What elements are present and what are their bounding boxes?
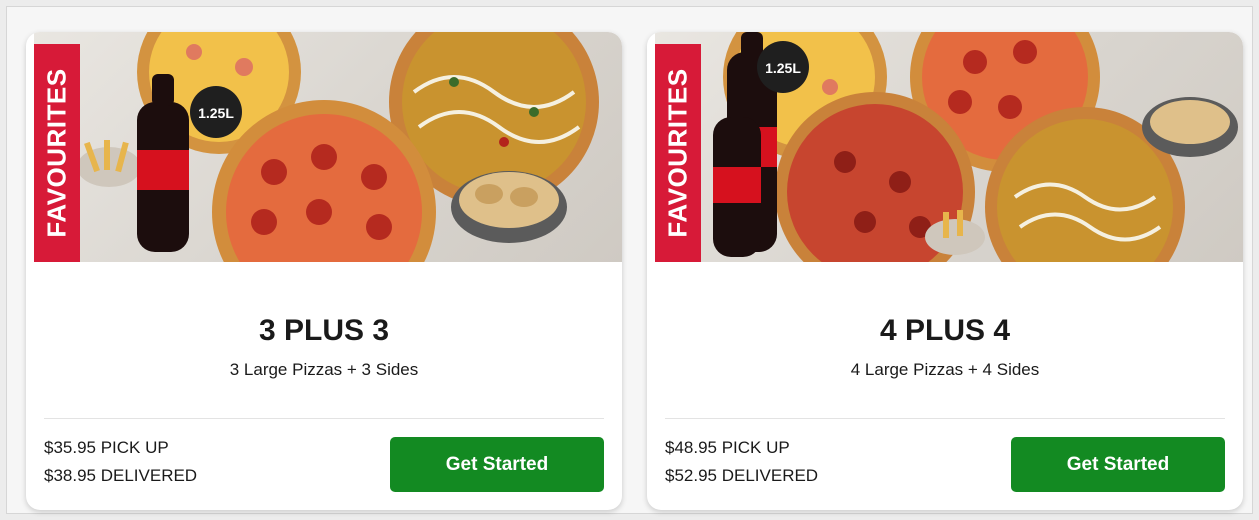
deal-title: 4 PLUS 4 <box>879 314 1011 347</box>
pickup-price: $48.95 PICK UP <box>665 438 790 457</box>
favourites-banner: FAVOURITES <box>34 44 80 262</box>
deal-subtitle: 3 Large Pizzas + 3 Sides <box>229 360 419 379</box>
divider <box>665 418 1225 419</box>
deal-subtitle: 4 Large Pizzas + 4 Sides <box>850 360 1040 379</box>
bottle-size-badge: 1.25L <box>765 60 801 76</box>
divider <box>44 418 604 419</box>
deal-hero-image: 1.25L FAVOURITES <box>655 32 1243 262</box>
favourites-banner: FAVOURITES <box>655 44 701 262</box>
deal-card-3-plus-3[interactable]: 1.25L FAVOURITES 3 PLUS 3 3 Large Pizzas… <box>26 32 622 510</box>
pizza-spread-illustration: 1.25L <box>713 32 1238 262</box>
delivered-price: $38.95 DELIVERED <box>44 466 198 485</box>
deal-card-4-plus-4[interactable]: 1.25L FAVOURITES 4 PLUS 4 4 Large Pizzas… <box>647 32 1243 510</box>
get-started-button[interactable]: Get Started <box>1011 437 1225 492</box>
bottle-size-badge: 1.25L <box>198 105 234 121</box>
deal-hero-image: 1.25L FAVOURITES <box>34 32 622 262</box>
delivered-price: $52.95 DELIVERED <box>665 466 819 485</box>
deals-panel: 1.25L FAVOURITES 3 PLUS 3 3 Large Pizzas… <box>6 6 1253 514</box>
favourites-label: FAVOURITES <box>662 68 693 238</box>
deal-title: 3 PLUS 3 <box>258 314 390 347</box>
get-started-button[interactable]: Get Started <box>390 437 604 492</box>
favourites-label: FAVOURITES <box>41 68 72 238</box>
pizza-spread-illustration: 1.25L <box>77 32 599 262</box>
pickup-price: $35.95 PICK UP <box>44 438 169 457</box>
